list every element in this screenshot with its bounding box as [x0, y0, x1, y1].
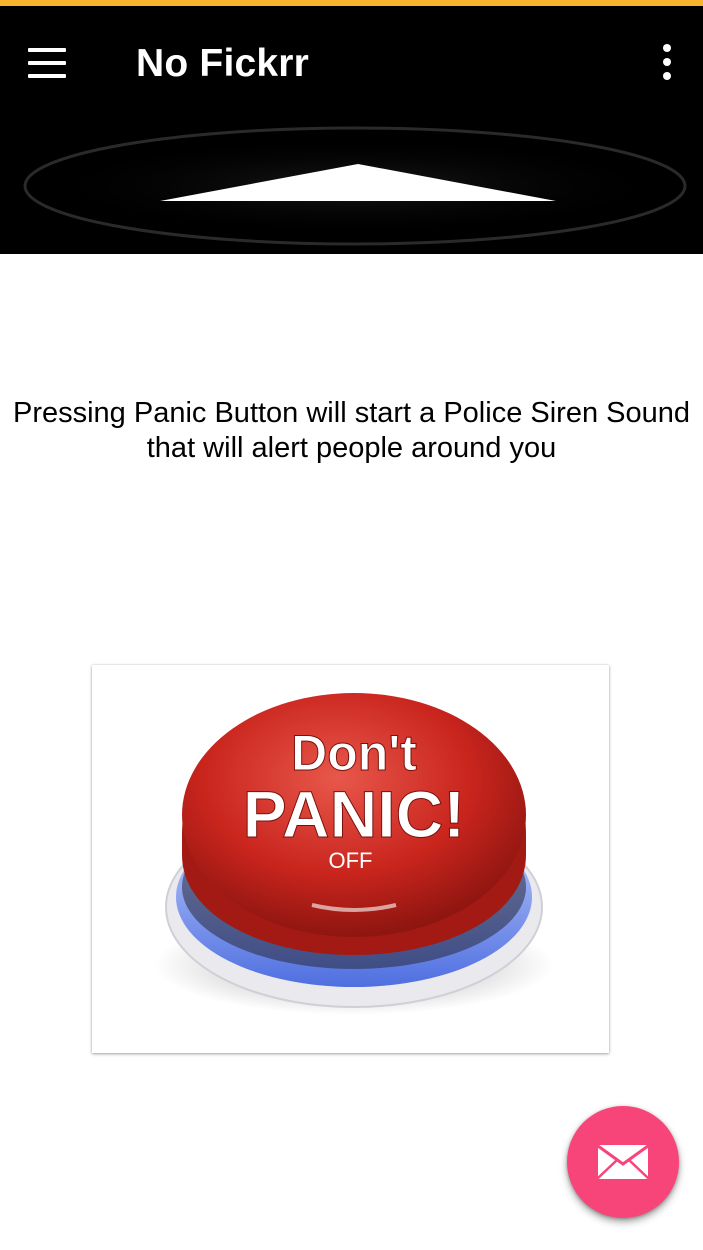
panic-description: Pressing Panic Button will start a Polic…: [0, 396, 703, 466]
hamburger-menu-icon[interactable]: [28, 48, 66, 78]
panic-text-bottom: PANIC!: [243, 777, 465, 851]
panic-text-top: Don't: [291, 725, 417, 781]
description-line-1: Pressing Panic Button will start a Polic…: [12, 397, 690, 429]
more-vert-icon[interactable]: [655, 44, 679, 88]
app-title: No Fickrr: [136, 42, 310, 85]
header-decoration: [23, 126, 687, 246]
panic-button[interactable]: Don't PANIC! OFF: [92, 665, 609, 1053]
email-fab-button[interactable]: [567, 1106, 679, 1218]
panic-state-label: OFF: [328, 848, 373, 873]
email-icon: [597, 1144, 649, 1179]
description-line-2: that will alert people around you: [146, 432, 557, 464]
app-bar: No Fickrr: [0, 6, 703, 254]
